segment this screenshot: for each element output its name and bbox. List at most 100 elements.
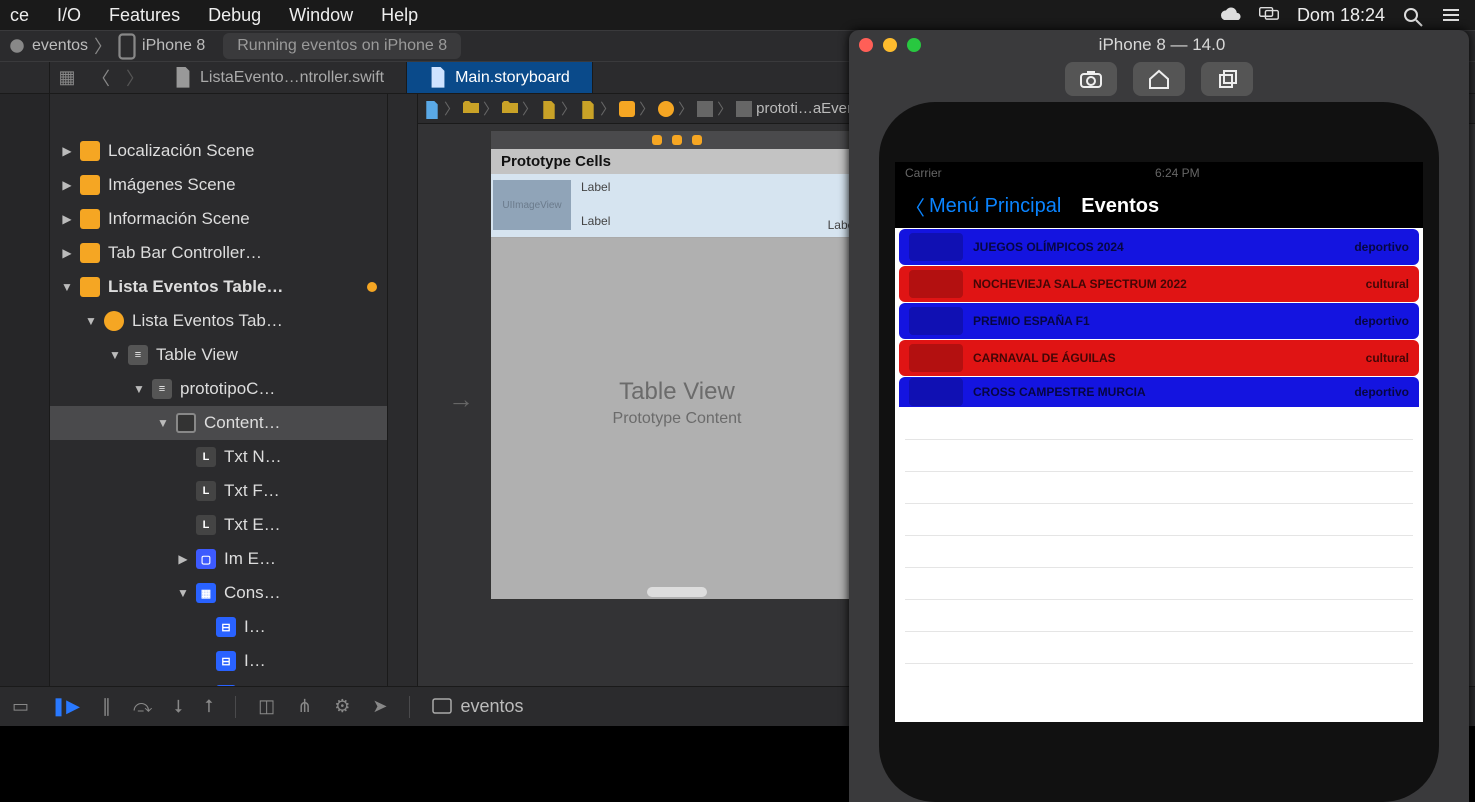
- simulator-screen[interactable]: Carrier 6:24 PM 〈 Menú Principal Eventos…: [895, 162, 1423, 722]
- label-placeholder[interactable]: Label: [581, 214, 610, 228]
- outline-tableview[interactable]: ▼≡Table View: [50, 338, 387, 372]
- outline-scene[interactable]: ▶Información Scene: [50, 202, 387, 236]
- list-separator: [905, 536, 1413, 568]
- outline-contentview[interactable]: ▼Content…: [50, 406, 387, 440]
- list-separator: [905, 472, 1413, 504]
- table-row[interactable]: CROSS CAMPESTRE MURCIAdeportivo: [899, 377, 1419, 407]
- close-icon[interactable]: [859, 38, 873, 52]
- event-thumbnail: [909, 233, 963, 261]
- file-icon: [580, 101, 596, 117]
- folder-icon: [502, 101, 518, 117]
- menu-item[interactable]: Help: [381, 5, 418, 26]
- outline-scene[interactable]: ▶Localización Scene: [50, 134, 387, 168]
- vc-icon: [658, 101, 674, 117]
- outline-label[interactable]: LTxt E…: [50, 508, 387, 542]
- step-into-icon[interactable]: ⭣: [174, 696, 182, 717]
- paste-button[interactable]: [1201, 62, 1253, 96]
- prototype-cell[interactable]: UIImageView Label Label Label: [491, 174, 863, 238]
- menu-item[interactable]: ce: [10, 5, 29, 26]
- nav-forward-icon[interactable]: 〉: [118, 62, 152, 93]
- control-center-icon[interactable]: [1441, 7, 1461, 23]
- search-icon[interactable]: [1403, 7, 1423, 23]
- outline-scene[interactable]: ▶Imágenes Scene: [50, 168, 387, 202]
- document-outline: ▶Localización Scene ▶Imágenes Scene ▶Inf…: [50, 94, 388, 726]
- segue-arrow-icon: →: [448, 384, 474, 415]
- scheme-target[interactable]: eventos: [32, 37, 88, 55]
- outline-label[interactable]: LTxt N…: [50, 440, 387, 474]
- outline-constraints-group[interactable]: ▼▦Cons…: [50, 576, 387, 610]
- ib-scene-header[interactable]: [491, 131, 863, 149]
- toggle-debug-area-icon[interactable]: ▭: [12, 696, 29, 717]
- event-thumbnail: [909, 307, 963, 335]
- pause-icon[interactable]: ∥: [102, 696, 111, 717]
- tableview-placeholder: Table View Prototype Content: [491, 378, 863, 428]
- label-placeholder[interactable]: Label: [581, 180, 610, 194]
- tab-storyboard[interactable]: Main.storyboard: [407, 62, 593, 93]
- zoom-icon[interactable]: [907, 38, 921, 52]
- outline-constraint[interactable]: ⊟I…: [50, 610, 387, 644]
- breakpoint-toggle-icon[interactable]: ❚▶: [51, 696, 80, 717]
- cell-icon: [736, 101, 752, 117]
- tableview-icon: [697, 101, 713, 117]
- debug-process[interactable]: eventos: [432, 696, 523, 717]
- nav-back-icon[interactable]: 〈: [84, 62, 118, 93]
- simulator-title: iPhone 8 — 14.0: [921, 35, 1403, 55]
- imageview-placeholder[interactable]: UIImageView: [493, 180, 571, 230]
- events-list[interactable]: JUEGOS OLÍMPICOS 2024deportivo NOCHEVIEJ…: [895, 229, 1423, 664]
- debug-view-hierarchy-icon[interactable]: ◫: [258, 696, 275, 717]
- list-separator: [905, 440, 1413, 472]
- screen-mirror-icon[interactable]: [1259, 7, 1279, 23]
- scheme-device[interactable]: iPhone 8: [142, 37, 205, 55]
- table-row[interactable]: CARNAVAL DE ÁGUILAScultural: [899, 340, 1419, 376]
- menu-item[interactable]: I/O: [57, 5, 81, 26]
- nav-title: Eventos: [1081, 195, 1159, 218]
- related-items-icon[interactable]: ▦: [50, 62, 84, 93]
- minimap[interactable]: [388, 94, 418, 726]
- list-separator: [905, 600, 1413, 632]
- back-button[interactable]: 〈 Menú Principal: [905, 192, 1061, 221]
- outline-imageview[interactable]: ▶▢Im E…: [50, 542, 387, 576]
- menu-item[interactable]: Debug: [208, 5, 261, 26]
- menu-item[interactable]: Window: [289, 5, 353, 26]
- menubar-clock: Dom 18:24: [1297, 5, 1385, 26]
- macos-menubar: ce I/O Features Debug Window Help Dom 18…: [0, 0, 1475, 30]
- ib-device-frame[interactable]: Prototype Cells UIImageView Label Label …: [490, 130, 864, 600]
- outline-viewcontroller[interactable]: ▼Lista Eventos Tab…: [50, 304, 387, 338]
- outline-constraint[interactable]: ⊟I…: [50, 644, 387, 678]
- chevron-right-icon: 〉: [94, 33, 112, 59]
- activity-status: Running eventos on iPhone 8: [223, 33, 461, 59]
- home-button[interactable]: [1133, 62, 1185, 96]
- entry-point-indicator-icon: [367, 282, 377, 292]
- table-row[interactable]: NOCHEVIEJA SALA SPECTRUM 2022cultural: [899, 266, 1419, 302]
- menu-item[interactable]: Features: [109, 5, 180, 26]
- navigator-selector[interactable]: [0, 94, 50, 726]
- ios-navbar: 〈 Menú Principal Eventos: [895, 184, 1423, 228]
- scene-icon: [619, 101, 635, 117]
- minimize-icon[interactable]: [883, 38, 897, 52]
- table-row[interactable]: PREMIO ESPAÑA F1deportivo: [899, 303, 1419, 339]
- resize-handle[interactable]: [647, 587, 707, 597]
- outline-scene[interactable]: ▼Lista Eventos Table…: [50, 270, 387, 304]
- ios-statusbar: Carrier 6:24 PM: [895, 162, 1423, 184]
- simulator-device: Carrier 6:24 PM 〈 Menú Principal Eventos…: [879, 102, 1439, 802]
- outline-label[interactable]: LTxt F…: [50, 474, 387, 508]
- simulator-titlebar[interactable]: iPhone 8 — 14.0: [849, 30, 1469, 60]
- event-thumbnail: [909, 270, 963, 298]
- step-over-icon[interactable]: ⤼: [133, 696, 152, 717]
- outline-scene[interactable]: ▶Tab Bar Controller…: [50, 236, 387, 270]
- environment-overrides-icon[interactable]: ⚙: [334, 696, 350, 717]
- list-separator: [905, 504, 1413, 536]
- tab-swift-file[interactable]: ListaEvento…ntroller.swift: [152, 62, 407, 93]
- cloud-icon[interactable]: [1221, 7, 1241, 23]
- memory-graph-icon[interactable]: ⋔: [297, 696, 312, 717]
- process-icon: [432, 698, 452, 716]
- storyboard-file-icon: [429, 69, 447, 87]
- table-row[interactable]: JUEGOS OLÍMPICOS 2024deportivo: [899, 229, 1419, 265]
- simulate-location-icon[interactable]: ➤: [372, 696, 387, 717]
- prototype-cells-header: Prototype Cells: [491, 149, 863, 174]
- step-out-icon[interactable]: ⭡: [205, 696, 213, 717]
- outline-prototype-cell[interactable]: ▼≡prototipoC…: [50, 372, 387, 406]
- simulator-window: iPhone 8 — 14.0 Carrier 6:24 PM 〈 Menú P…: [849, 30, 1469, 802]
- event-thumbnail: [909, 344, 963, 372]
- screenshot-button[interactable]: [1065, 62, 1117, 96]
